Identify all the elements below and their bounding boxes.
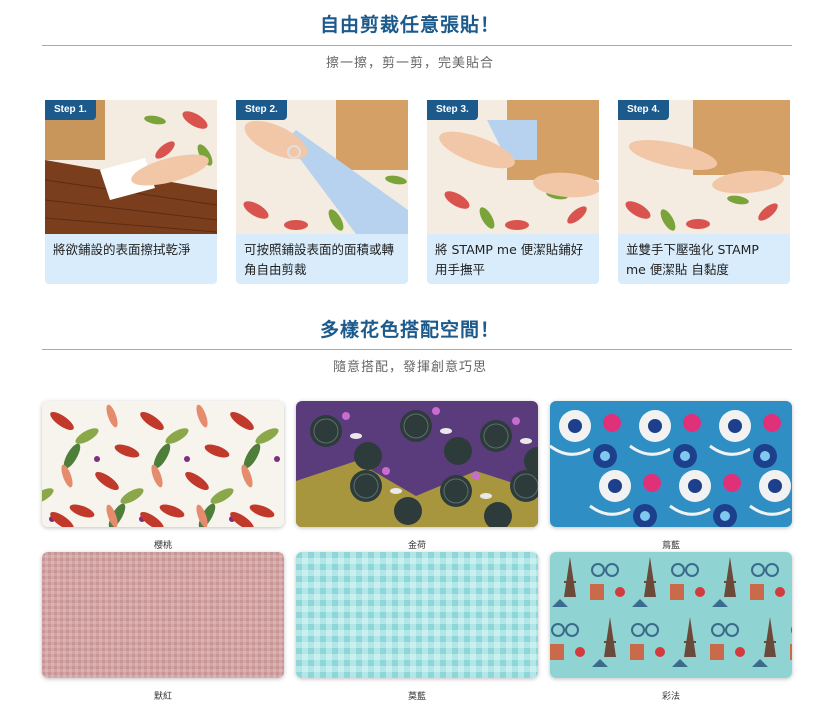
step-badge-4: Step 4. [618,100,669,120]
step-card-1: Step 1. 將欲鋪設的表面擦拭乾淨 [45,100,217,284]
pattern-swatch-golden-lotus[interactable] [296,401,538,527]
pattern-swatch-cherry[interactable] [42,401,284,527]
section-subtitle-cutting: 擦一擦，剪一剪，完美貼合 [325,56,494,71]
pattern-label-cherry: 櫻桃 [153,541,172,551]
step-badge-3: Step 3. [427,100,478,120]
step-text-3: 將 STAMP me 便潔貼鋪好用手撫平 [427,234,599,284]
step-card-3: Step 3. 將 STAMP me 便潔貼鋪好用手撫平 [427,100,599,284]
step-card-2: Step 2. 可按照鋪設表面的面積或轉角自由剪裁 [236,100,408,284]
step-badge-2: Step 2. [236,100,287,120]
step-text-2: 可按照鋪設表面的面積或轉角自由剪裁 [236,234,408,284]
pattern-swatch-blue-vine[interactable] [550,401,792,527]
pattern-label-blue-vine: 蔦藍 [661,541,680,551]
smoothing-photo [427,100,599,234]
pattern-swatch-muted-red[interactable] [42,552,284,678]
pattern-label-muted-red: 默紅 [153,692,172,702]
step-text-1: 將欲鋪設的表面擦拭乾淨 [45,234,217,284]
steps-row: Step 1. 將欲鋪設的表面擦拭乾淨 Step 2. 可按照鋪設表面的面積或轉… [45,100,790,284]
pattern-label-mo-blue: 莫藍 [407,692,426,702]
pattern-label-paris: 彩法 [661,692,680,702]
pattern-label-golden-lotus: 金荷 [407,541,426,551]
pattern-swatch-mo-blue[interactable] [296,552,538,678]
wiping-photo [45,100,217,234]
section-divider [42,45,792,46]
section-subtitle-patterns: 隨意搭配，發揮創意巧思 [332,360,487,375]
step-text-4: 並雙手下壓強化 STAMP me 便潔貼 自黏度 [618,234,790,284]
step-card-4: Step 4. 並雙手下壓強化 STAMP me 便潔貼 自黏度 [618,100,790,284]
section-title-patterns: 多樣花色搭配空間！ [319,319,500,341]
pressing-photo [618,100,790,234]
section-divider [42,349,792,350]
section-title-cutting: 自由剪裁任意張貼！ [319,14,500,36]
scissors-photo [236,100,408,234]
step-badge-1: Step 1. [45,100,96,120]
pattern-swatch-paris[interactable] [550,552,792,678]
